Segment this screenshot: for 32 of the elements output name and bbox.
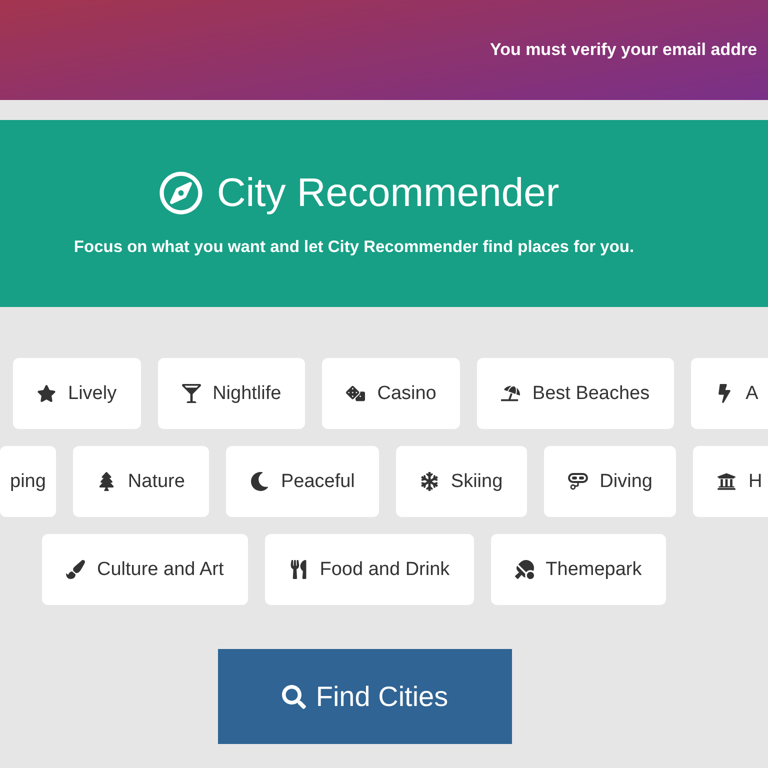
category-chip[interactable]: Nature <box>72 446 209 517</box>
dice-icon <box>346 384 366 403</box>
category-chip[interactable]: H <box>693 446 768 517</box>
category-chip[interactable]: ping <box>0 446 56 517</box>
category-chip[interactable]: Diving <box>544 446 676 517</box>
search-icon <box>282 684 306 708</box>
tree-icon <box>96 472 116 491</box>
category-chip[interactable]: Food and Drink <box>264 534 474 605</box>
diving-mask-icon <box>568 472 588 490</box>
category-chip[interactable]: Themepark <box>490 534 666 605</box>
category-chip[interactable]: Culture and Art <box>42 534 248 605</box>
moon-icon <box>250 472 269 491</box>
cocktail-glass-icon <box>182 384 201 403</box>
find-cities-button[interactable]: Find Cities <box>218 649 512 744</box>
category-chip[interactable]: Lively <box>13 358 141 429</box>
app-title: City Recommender <box>216 170 560 216</box>
star-icon <box>37 384 56 403</box>
snowflake-icon <box>420 472 439 491</box>
beach-umbrella-icon <box>501 384 520 403</box>
category-chip[interactable]: Nightlife <box>158 358 306 429</box>
category-chip[interactable]: Skiing <box>396 446 527 517</box>
compass-icon <box>158 171 203 215</box>
paintbrush-icon <box>66 560 85 579</box>
category-chip[interactable]: A <box>690 358 768 429</box>
verify-email-notice: You must verify your email addre <box>490 40 758 60</box>
category-chip[interactable]: Best Beaches <box>477 358 674 429</box>
paddle-icon <box>514 560 534 579</box>
category-chip[interactable]: Peaceful <box>226 446 379 517</box>
museum-icon <box>717 472 736 491</box>
category-chip[interactable]: Casino <box>322 358 460 429</box>
fork-knife-icon <box>288 560 308 579</box>
tagline: Focus on what you want and let City Recommender find places for you. <box>74 238 634 256</box>
